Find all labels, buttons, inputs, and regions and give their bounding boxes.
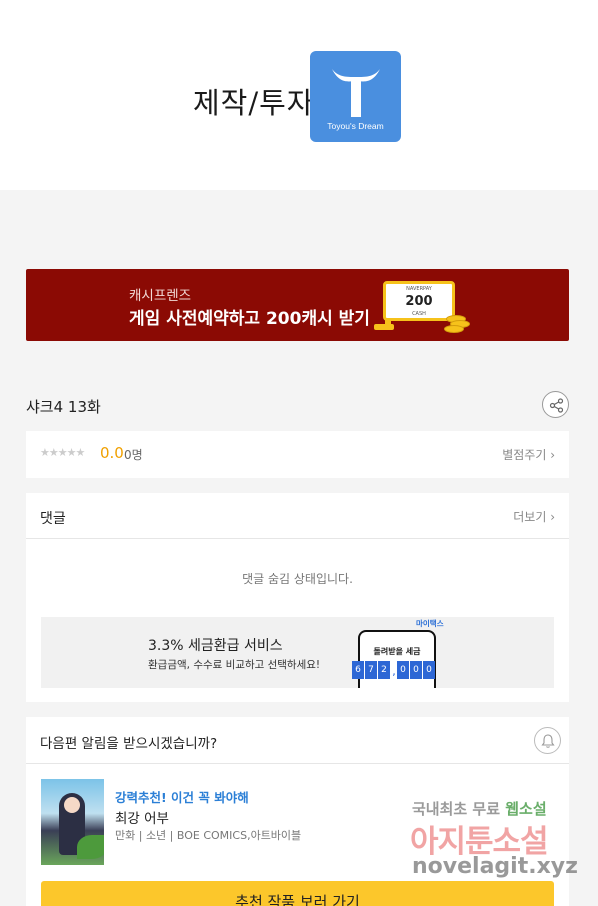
ad-digit: 0 [397,661,409,679]
bell-icon [541,734,555,748]
ad-digit: 0 [423,661,435,679]
divider [26,763,569,764]
phone-illustration: 돌려받을 세금 [358,630,436,688]
rating-score: 0.0 [100,444,124,462]
cta-label: 추천 작품 보러 가기 [235,893,360,906]
credit-label: 제작/투자 [193,86,315,120]
logo-text: Toyou's Dream [327,121,384,131]
share-icon [549,398,564,413]
ad-digit: 0 [410,661,422,679]
rating-stars: ★★★★★ [40,446,85,459]
comments-more-link[interactable]: 더보기 › [513,508,555,525]
recommended-comic-thumbnail[interactable] [41,779,104,865]
recommendation-title[interactable]: 최강 어부 [115,807,169,827]
recommendation-meta: 만화 | 소년 | BOE COMICS,아트바이블 [115,829,302,842]
ad-digit: 6 [352,661,364,679]
coupon-illustration: NAVERPAY 200 CASH [383,281,455,321]
rate-button[interactable]: 별점주기 › [502,446,555,463]
watermark: 국내최초 무료 웹소설 아지툰소설 novelagit.xyz [410,798,595,888]
recommendation-tag: 강력추천! 이건 꼭 봐야해 [115,790,249,805]
coupon-unit: CASH [412,311,426,317]
notify-question: 다음편 알림을 받으시겠습니까? [40,736,218,752]
comments-header: 댓글 [40,511,66,527]
watermark-line3: novelagit.xyz [412,854,578,879]
banner-subtitle: 캐시프렌즈 [129,288,192,304]
ad-description: 환급금액, 수수료 비교하고 선택하세요! [148,659,321,671]
ad-phone-label: 돌려받을 세금 [373,647,421,656]
credit-section: 제작/투자 Toyou's Dream [0,0,598,190]
comments-hidden-message: 댓글 숨김 상태입니다. [242,572,353,586]
banner-title: 게임 사전예약하고 200캐시 받기 [129,309,370,329]
thumbnail-leaf [77,835,104,859]
ad-digit: 2 [378,661,390,679]
ad-digit: 7 [365,661,377,679]
thumbnail-face [64,797,80,813]
coupon-value: 200 [405,294,433,309]
coin-icon [444,325,464,333]
notify-toggle-button[interactable] [534,727,561,754]
share-button[interactable] [542,391,569,418]
comments-card: 댓글 더보기 › 댓글 숨김 상태입니다. 3.3% 세금환급 서비스 환급금액… [26,493,569,702]
episode-title: 샤크4 13화 [26,398,101,416]
ad-digits: 6 7 2 , 0 0 0 [352,661,436,679]
rating-card: ★★★★★ 0.0 0명 별점주기 › [26,431,569,478]
phone-base-illustration [374,324,394,330]
cashfriends-banner[interactable]: 캐시프렌즈 게임 사전예약하고 200캐시 받기 NAVERPAY 200 CA… [26,269,569,341]
divider [26,538,569,539]
tax-refund-ad[interactable]: 3.3% 세금환급 서비스 환급금액, 수수료 비교하고 선택하세요! 마이택스… [41,617,554,688]
ad-title: 3.3% 세금환급 서비스 [148,638,283,654]
tail-logo-icon [332,69,380,117]
coupon-brand: NAVERPAY [406,286,432,292]
toyous-dream-logo: Toyou's Dream [310,51,401,142]
rating-count: 0명 [124,448,143,462]
ad-brand: 마이택스 [416,619,444,628]
